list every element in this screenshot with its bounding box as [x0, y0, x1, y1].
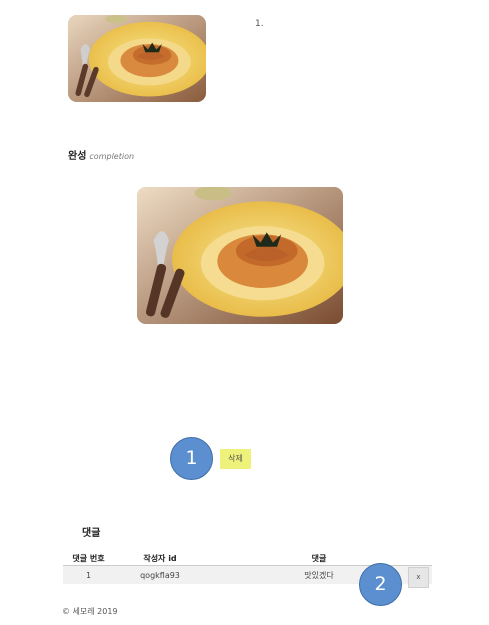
comment-no-cell: 1 — [63, 565, 114, 584]
step-photo — [68, 15, 206, 102]
comment-author-cell: qogkfla93 — [114, 565, 206, 584]
annotation-marker-1: 1 — [170, 437, 213, 480]
completion-title: 완성 — [68, 151, 87, 162]
comment-delete-button[interactable]: x — [408, 567, 429, 588]
column-header-author-id: 작성자 id — [143, 553, 177, 563]
step-number: 1. — [255, 19, 264, 29]
completion-heading: 완성 completion — [68, 147, 134, 162]
pasta-image — [137, 187, 343, 324]
completion-subtitle: completion — [89, 152, 135, 161]
delete-button[interactable]: 삭제 — [220, 449, 251, 469]
column-header-comment: 댓글 — [311, 553, 327, 563]
comments-heading: 댓글 — [82, 528, 101, 539]
pasta-image — [68, 15, 206, 102]
footer-copyright: © 세모레 2019 — [62, 607, 118, 616]
column-header-comment-no: 댓글 번호 — [72, 553, 105, 563]
annotation-marker-2: 2 — [359, 563, 402, 606]
completion-photo — [137, 187, 343, 324]
